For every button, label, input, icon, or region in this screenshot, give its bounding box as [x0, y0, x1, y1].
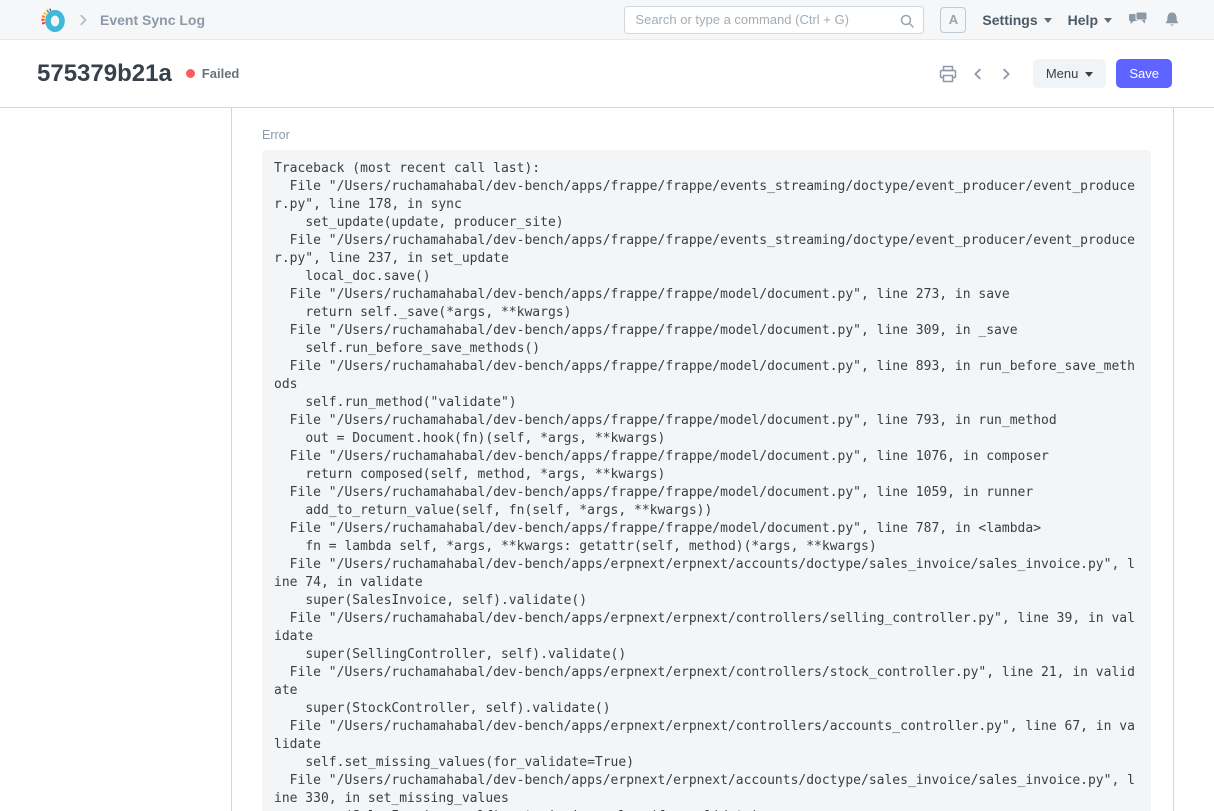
- chevron-down-icon: [1104, 18, 1112, 23]
- page-body: Error Traceback (most recent call last):…: [0, 108, 1214, 811]
- chat-icon[interactable]: [1128, 11, 1148, 29]
- avatar[interactable]: A: [940, 6, 967, 33]
- form-sidebar: [0, 108, 232, 811]
- status-label: Failed: [201, 66, 240, 81]
- save-button[interactable]: Save: [1116, 59, 1172, 88]
- page-title: 575379b21a: [37, 59, 172, 87]
- navbar: Event Sync Log A Settings Help: [0, 0, 1214, 40]
- navbar-right: A Settings Help: [624, 5, 1180, 34]
- status-badge: Failed: [185, 66, 240, 81]
- status-dot-icon: [185, 69, 195, 78]
- form-main: Error Traceback (most recent call last):…: [232, 108, 1174, 811]
- print-button[interactable]: [937, 63, 959, 85]
- save-button-label: Save: [1129, 66, 1159, 81]
- help-menu[interactable]: Help: [1068, 12, 1112, 28]
- settings-menu-label: Settings: [982, 11, 1038, 28]
- page-head: 575379b21a Failed Menu Save: [0, 40, 1214, 108]
- prev-doc-button[interactable]: [969, 65, 987, 83]
- chevron-right-icon: [76, 13, 90, 27]
- page-actions: Menu Save: [937, 59, 1172, 88]
- bell-icon[interactable]: [1164, 11, 1180, 29]
- menu-button[interactable]: Menu: [1032, 59, 1107, 88]
- navbar-left: Event Sync Log: [40, 7, 205, 33]
- error-field-label: Error: [262, 128, 290, 142]
- error-traceback-box: Traceback (most recent call last): File …: [262, 150, 1151, 811]
- menu-button-label: Menu: [1045, 66, 1079, 81]
- chevron-down-icon: [1085, 72, 1094, 77]
- chevron-right-icon: [1003, 68, 1010, 79]
- global-search[interactable]: [624, 5, 925, 34]
- chevron-down-icon: [1043, 18, 1052, 23]
- right-gutter: [1174, 108, 1214, 811]
- help-menu-label: Help: [1067, 11, 1098, 28]
- printer-icon: [939, 65, 957, 82]
- settings-menu[interactable]: Settings: [982, 11, 1052, 28]
- breadcrumb[interactable]: Event Sync Log: [100, 12, 205, 28]
- chevron-left-icon: [974, 68, 981, 79]
- search-icon: [899, 13, 915, 34]
- app-logo-icon[interactable]: [40, 7, 66, 33]
- next-doc-button[interactable]: [997, 65, 1015, 83]
- search-input[interactable]: [625, 12, 924, 27]
- title-area: 575379b21a Failed: [37, 60, 239, 88]
- traceback-text: Traceback (most recent call last): File …: [274, 161, 1135, 811]
